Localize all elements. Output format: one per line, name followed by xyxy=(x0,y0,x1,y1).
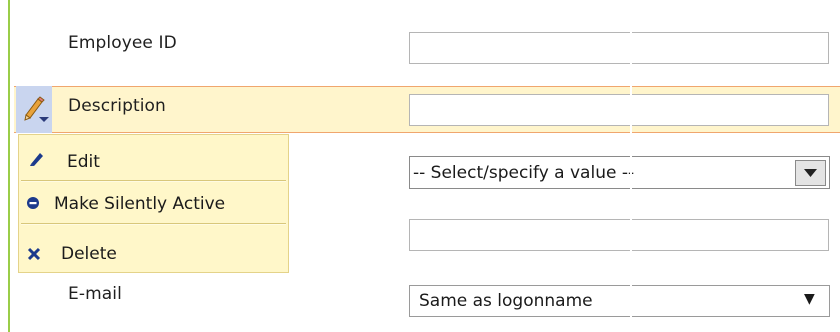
description-input[interactable] xyxy=(409,94,829,126)
pencil-dropdown-icon xyxy=(24,96,49,122)
menu-item-make-silently-active[interactable]: Make Silently Active xyxy=(19,182,288,222)
row-action-button[interactable] xyxy=(16,86,52,133)
circle-dot-icon xyxy=(27,197,39,209)
triangle-down-icon xyxy=(804,169,817,177)
left-border-rule xyxy=(8,0,10,332)
value-select-dropdown-button[interactable] xyxy=(795,160,826,186)
email-select-arrow-icon[interactable]: ▼ xyxy=(804,291,815,307)
pencil-icon xyxy=(30,153,43,166)
menu-item-edit[interactable]: Edit xyxy=(19,135,288,179)
context-menu: Edit Make Silently Active Delete xyxy=(18,134,289,273)
email-select-text: Same as logonname xyxy=(419,291,593,311)
menu-item-edit-label: Edit xyxy=(67,152,100,172)
value-select-text: -- Select/specify a value -- xyxy=(413,163,635,183)
employee-id-label: Employee ID xyxy=(68,33,177,53)
text-input[interactable] xyxy=(409,219,829,251)
email-label: E-mail xyxy=(68,284,122,304)
description-label: Description xyxy=(68,96,166,116)
menu-item-delete[interactable]: Delete xyxy=(19,225,288,272)
x-icon xyxy=(27,247,41,261)
menu-item-delete-label: Delete xyxy=(61,244,117,264)
employee-id-input[interactable] xyxy=(409,32,829,64)
column-divider xyxy=(630,30,632,332)
menu-item-make-silently-active-label: Make Silently Active xyxy=(54,194,226,214)
